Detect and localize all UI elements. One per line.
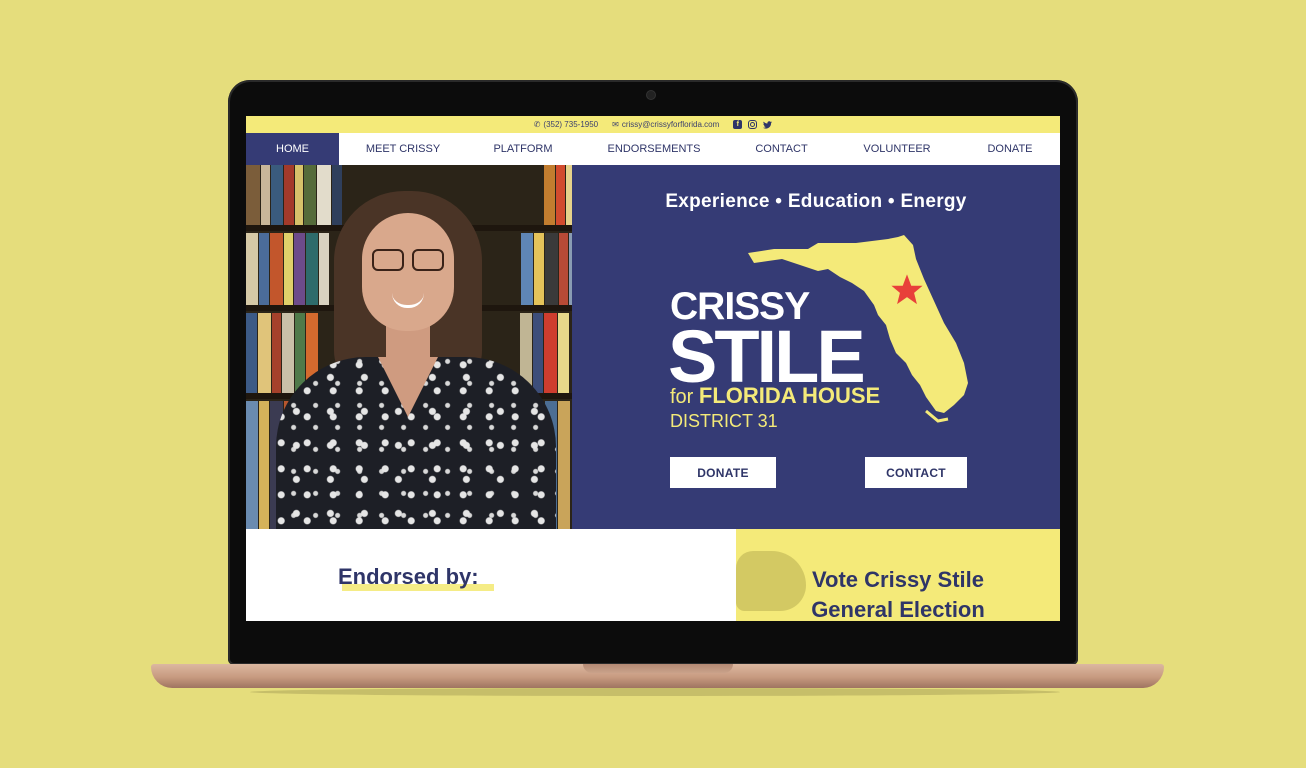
phone-link[interactable]: ✆ (352) 735-1950 — [534, 120, 598, 129]
email-address: crissy@crissyforflorida.com — [621, 120, 720, 129]
laptop-base — [151, 664, 1164, 688]
nav-contact[interactable]: CONTACT — [729, 133, 834, 165]
phone-icon: ✆ — [533, 120, 541, 129]
nav-home[interactable]: HOME — [246, 133, 339, 165]
vote-line-2: General Election — [811, 597, 985, 621]
nav-endorsements[interactable]: ENDORSEMENTS — [579, 133, 729, 165]
instagram-icon[interactable] — [748, 120, 758, 129]
district-label: DISTRICT 31 — [670, 411, 778, 431]
nav-platform[interactable]: PLATFORM — [467, 133, 579, 165]
endorsements-section: Endorsed by: — [246, 529, 736, 621]
camera — [646, 90, 656, 100]
contact-button[interactable]: CONTACT — [865, 457, 967, 488]
phone-number: (352) 735-1950 — [543, 120, 599, 129]
candidate-photo — [246, 165, 572, 529]
tagline: Experience • Education • Energy — [665, 191, 967, 212]
for-text: for — [670, 386, 694, 408]
twitter-icon[interactable] — [763, 120, 773, 129]
social-links: f — [733, 120, 773, 129]
vote-line-1: Vote Crissy Stile — [812, 567, 984, 592]
laptop-lid: ✆ (352) 735-1950 ✉ crissy@crissyforflori… — [228, 80, 1078, 665]
contact-bar: ✆ (352) 735-1950 ✉ crissy@crissyforflori… — [246, 116, 1060, 133]
star-icon — [891, 274, 923, 305]
mail-icon: ✉ — [612, 120, 619, 129]
campaign-panel: Experience • Education • Energy CRISSY S… — [572, 165, 1060, 529]
email-link[interactable]: ✉ crissy@crissyforflorida.com — [612, 120, 719, 129]
laptop-notch — [583, 664, 733, 673]
main-nav: HOME MEET CRISSY PLATFORM ENDORSEMENTS C… — [246, 133, 1060, 165]
nav-volunteer[interactable]: VOLUNTEER — [834, 133, 960, 165]
office-line: for FLORIDA HOUSE — [670, 383, 881, 408]
office-name: FLORIDA HOUSE — [698, 383, 881, 408]
vote-heading: Vote Crissy Stile General Election — [736, 565, 1060, 621]
nav-meet-crissy[interactable]: MEET CRISSY — [339, 133, 467, 165]
donate-button[interactable]: DONATE — [670, 457, 776, 488]
candidate-face — [362, 213, 454, 331]
nav-donate[interactable]: DONATE — [960, 133, 1060, 165]
glasses — [372, 249, 404, 271]
laptop-screen: ✆ (352) 735-1950 ✉ crissy@crissyforflori… — [246, 116, 1060, 621]
vote-section: Vote Crissy Stile General Election — [736, 529, 1060, 621]
endorsed-title: Endorsed by: — [338, 564, 479, 589]
facebook-icon[interactable]: f — [733, 120, 743, 129]
hero: Experience • Education • Energy CRISSY S… — [246, 165, 1060, 529]
